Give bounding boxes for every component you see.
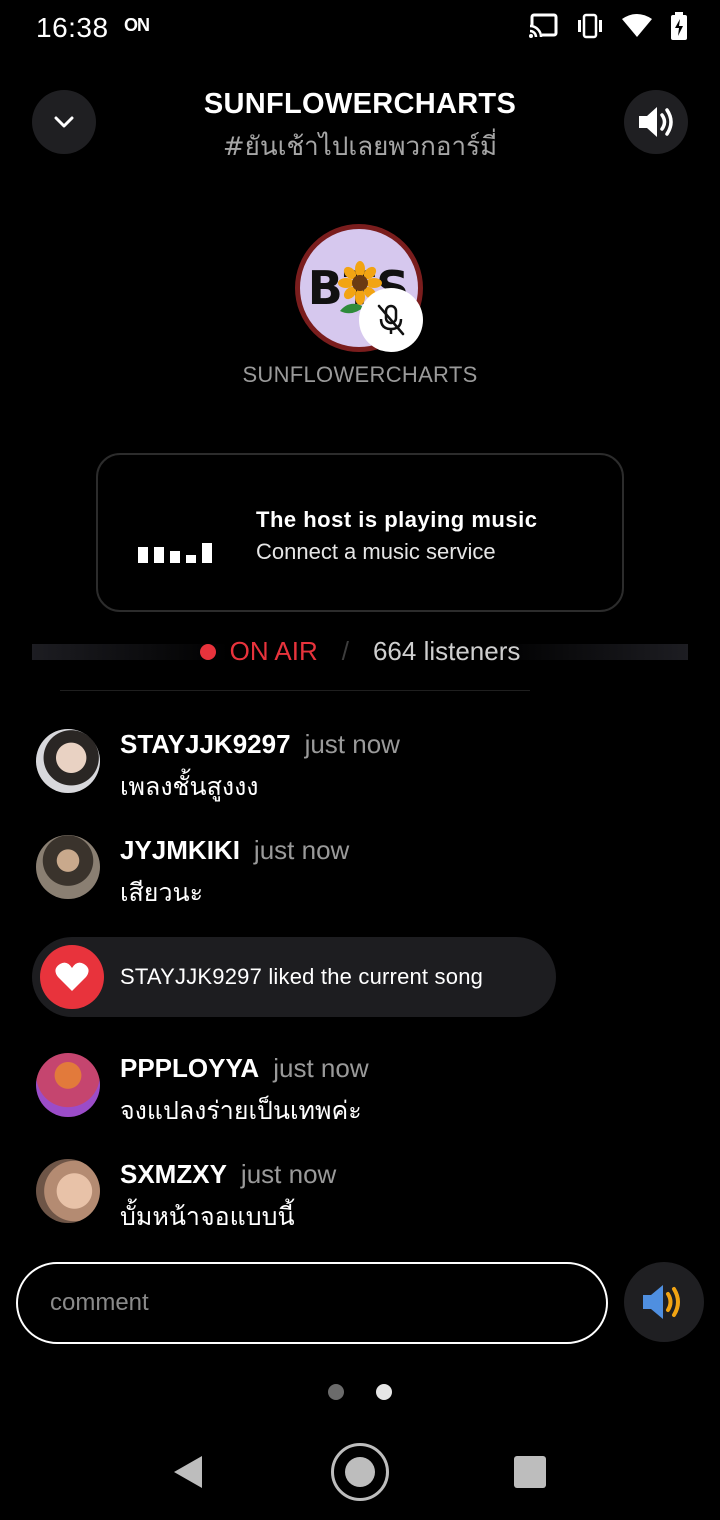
volume-button[interactable] [624,90,688,154]
wifi-icon [622,14,652,37]
speaker-button[interactable] [624,1262,704,1342]
on-air-status: ON AIR / 664 listeners [0,636,720,667]
cast-icon [528,13,558,39]
page-dot[interactable] [328,1384,344,1400]
status-bar: 16:38 ON [0,0,720,56]
status-time: 16:38 [36,12,109,43]
comment-input[interactable] [16,1262,608,1344]
like-notification-text: STAYJJK9297 liked the current song [120,964,484,989]
comment-time: just now [240,1159,337,1189]
vibrate-icon [578,13,602,39]
room-title: SUNFLOWERCHARTS [203,88,517,120]
comment-item: SXMZXY just now บั้มหน้าจอแบบนี้ [36,1159,676,1239]
comment-text: จงแปลงร่ายเป็นเทพค่ะ [120,1096,362,1125]
divider [60,690,530,691]
back-icon[interactable] [172,1454,204,1490]
on-badge: ON [124,15,150,35]
on-air-separator: / [341,636,349,666]
host-name: SUNFLOWERCHARTS [242,362,478,387]
comment-username[interactable]: STAYJJK9297 [120,729,291,759]
comment-item: STAYJJK9297 just now เพลงชั้นสูงงง [36,729,676,809]
status-icons [528,12,688,40]
home-icon [345,1457,375,1487]
avatar[interactable] [36,729,100,793]
comment-username[interactable]: PPPLOYYA [120,1053,259,1083]
room-hashtag: #ยันเช้าไปเลยพวกอาร์มี่ [222,132,498,162]
music-service-card[interactable]: The host is playing music Connect a musi… [96,453,624,612]
heart-icon [40,945,104,1009]
on-air-label: ON AIR [229,636,318,666]
battery-charging-icon [671,12,687,40]
equalizer-icon [138,543,212,563]
page-dot-active[interactable] [376,1384,392,1400]
host-muted-badge [359,288,423,352]
comment-item: JYJMKIKI just now เสียวนะ [36,835,676,915]
volume-icon [639,107,673,137]
comment-text: บั้มหน้าจอแบบนี้ [120,1202,295,1231]
comment-time: just now [304,729,400,759]
comment-time: just now [253,835,350,865]
page-indicator [0,1384,720,1400]
listener-count[interactable]: 664 listeners [373,636,520,667]
comment-username[interactable]: JYJMKIKI [120,835,240,865]
comment-item: PPPLOYYA just now จงแปลงร่ายเป็นเทพค่ะ [36,1053,676,1133]
home-button[interactable] [331,1443,389,1501]
music-card-title: The host is playing music [256,507,538,532]
connect-music-service-link[interactable]: Connect a music service [256,539,496,565]
mic-off-icon [377,304,405,336]
avatar[interactable] [36,835,100,899]
speaker-icon [643,1285,680,1319]
avatar[interactable] [36,1159,100,1223]
comment-username[interactable]: SXMZXY [120,1159,227,1189]
live-dot-icon [199,643,216,660]
recents-button[interactable] [514,1456,546,1488]
like-notification: STAYJJK9297 liked the current song [32,937,556,1017]
comment-text: เพลงชั้นสูงงง [120,772,259,801]
comment-time: just now [273,1053,369,1083]
comment-text: เสียวนะ [120,878,204,907]
avatar[interactable] [36,1053,100,1117]
